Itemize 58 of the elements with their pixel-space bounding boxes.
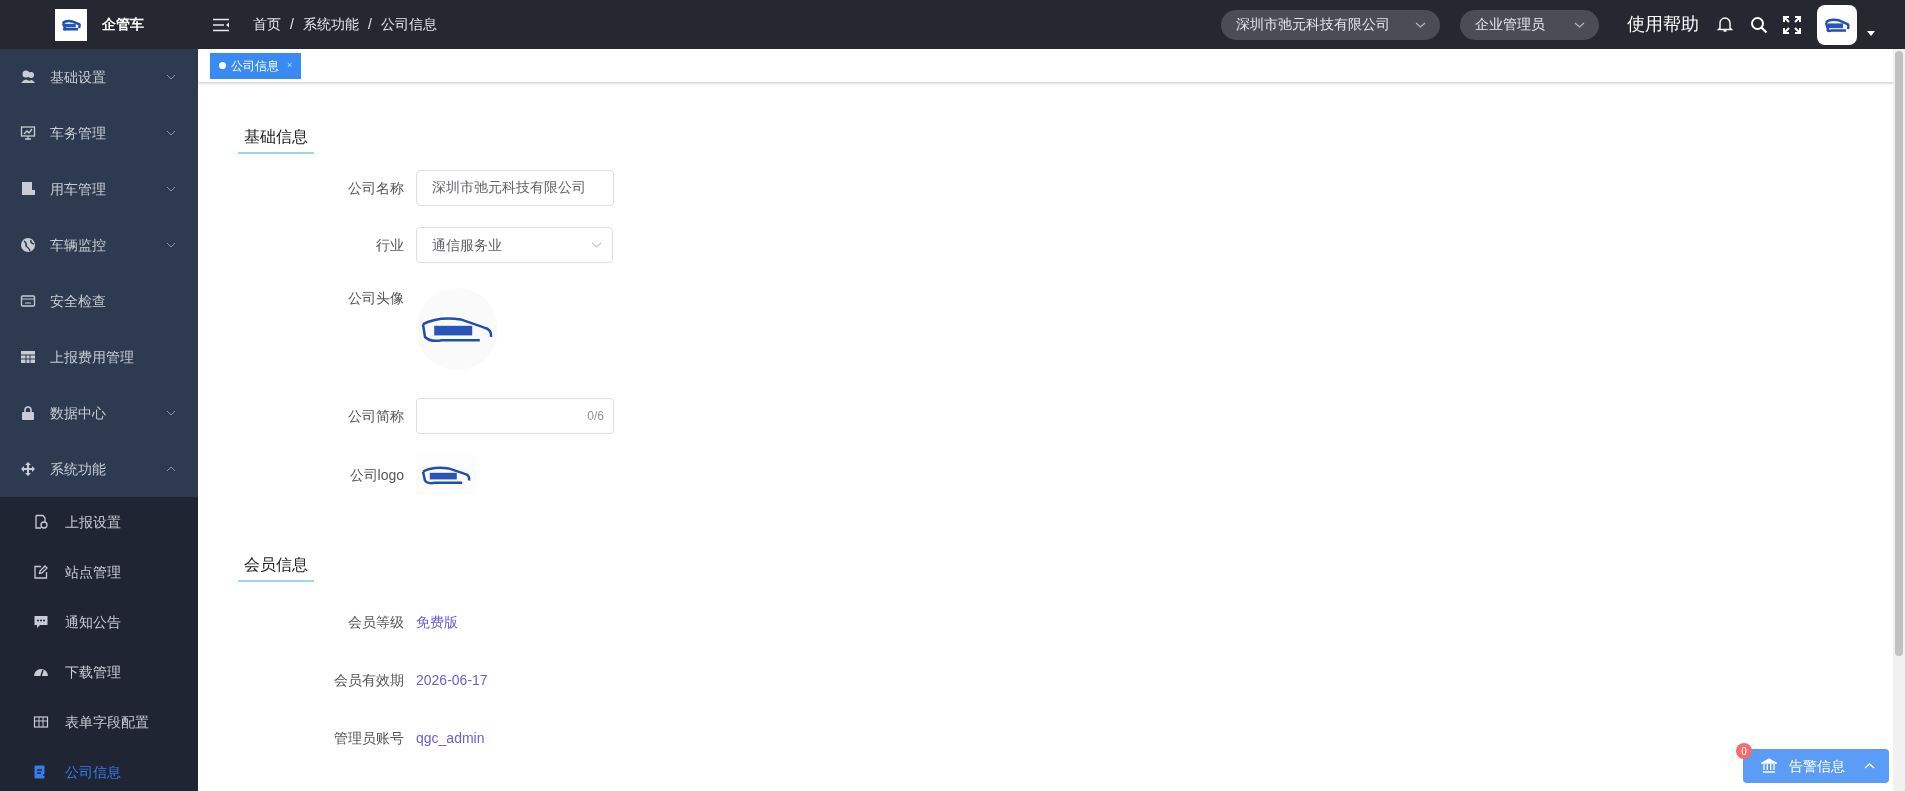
chevron-down-icon (1574, 21, 1585, 28)
people-icon (20, 69, 36, 85)
sidebar-submenu-item[interactable]: 上报设置 (0, 497, 198, 547)
field-label: 会员等级 (347, 613, 405, 632)
caret-down-icon (1867, 31, 1875, 36)
section-title: 基础信息 (238, 125, 314, 154)
menu-fold-icon (212, 17, 230, 32)
character-counter: 0/6 (587, 408, 604, 425)
field-label: 管理员账号 (333, 729, 405, 748)
field-value: 2026-06-17 (416, 671, 488, 690)
field-label: 会员有效期 (333, 671, 405, 690)
field-label: 公司名称 (347, 178, 405, 198)
help-link[interactable]: 使用帮助 (1627, 11, 1699, 38)
document-gear-icon (33, 514, 49, 530)
avatar[interactable] (1817, 4, 1857, 45)
breadcrumb-link[interactable]: 系统功能 (302, 14, 359, 35)
breadcrumb-link[interactable]: 公司信息 (380, 14, 437, 35)
chevron-down-icon (591, 242, 602, 248)
search-icon (1750, 15, 1768, 34)
field-label: 行业 (375, 235, 405, 255)
monitor-chart-icon (20, 125, 36, 141)
sidebar-submenu-item[interactable]: 通知公告 (0, 597, 198, 647)
bank-icon (1761, 758, 1777, 774)
table-icon (20, 349, 36, 365)
alert-count-badge: 0 (1736, 743, 1752, 759)
field-label: 公司logo (348, 465, 405, 485)
field-value: 免费版 (416, 613, 458, 632)
bell-icon (1717, 16, 1733, 33)
lock-icon (20, 405, 36, 421)
chevron-up-icon (1864, 763, 1875, 769)
document-icon (20, 181, 36, 197)
scrollbar-thumb[interactable] (1895, 51, 1903, 656)
breadcrumb-link[interactable]: 首页 (253, 14, 281, 35)
role-select[interactable]: 企业管理员 (1460, 9, 1599, 40)
brand-title: 企管车 (101, 15, 144, 34)
company-select[interactable]: 深圳市弛元科技有限公司 (1221, 9, 1440, 40)
field-label: 公司头像 (347, 289, 405, 308)
car-logo-icon (1822, 16, 1852, 33)
field-label: 公司简称 (347, 406, 405, 426)
section-title: 会员信息 (238, 553, 314, 582)
move-arrows-icon (20, 461, 36, 477)
sidebar-submenu-item[interactable]: 下载管理 (0, 647, 198, 697)
car-logo-icon (419, 464, 473, 486)
grid-icon (33, 714, 49, 730)
industry-select[interactable]: 通信服务业 (416, 227, 613, 263)
fullscreen-icon (1783, 15, 1801, 34)
company-name-input[interactable]: 深圳市弛元科技有限公司 (416, 170, 614, 206)
breadcrumb-separator: / (290, 15, 294, 34)
breadcrumb-separator: / (367, 15, 372, 34)
field-value: qgc_admin (416, 729, 485, 748)
sidebar-submenu-item[interactable]: 表单字段配置 (0, 697, 198, 747)
edit-icon (33, 564, 49, 580)
sidebar-submenu-item[interactable]: 站点管理 (0, 547, 198, 597)
message-icon (33, 614, 49, 630)
chevron-down-icon (1415, 21, 1426, 28)
sidebar-submenu-item[interactable]: 公司信息 (0, 747, 198, 791)
globe-icon (20, 237, 36, 253)
calendar-icon (20, 293, 36, 309)
